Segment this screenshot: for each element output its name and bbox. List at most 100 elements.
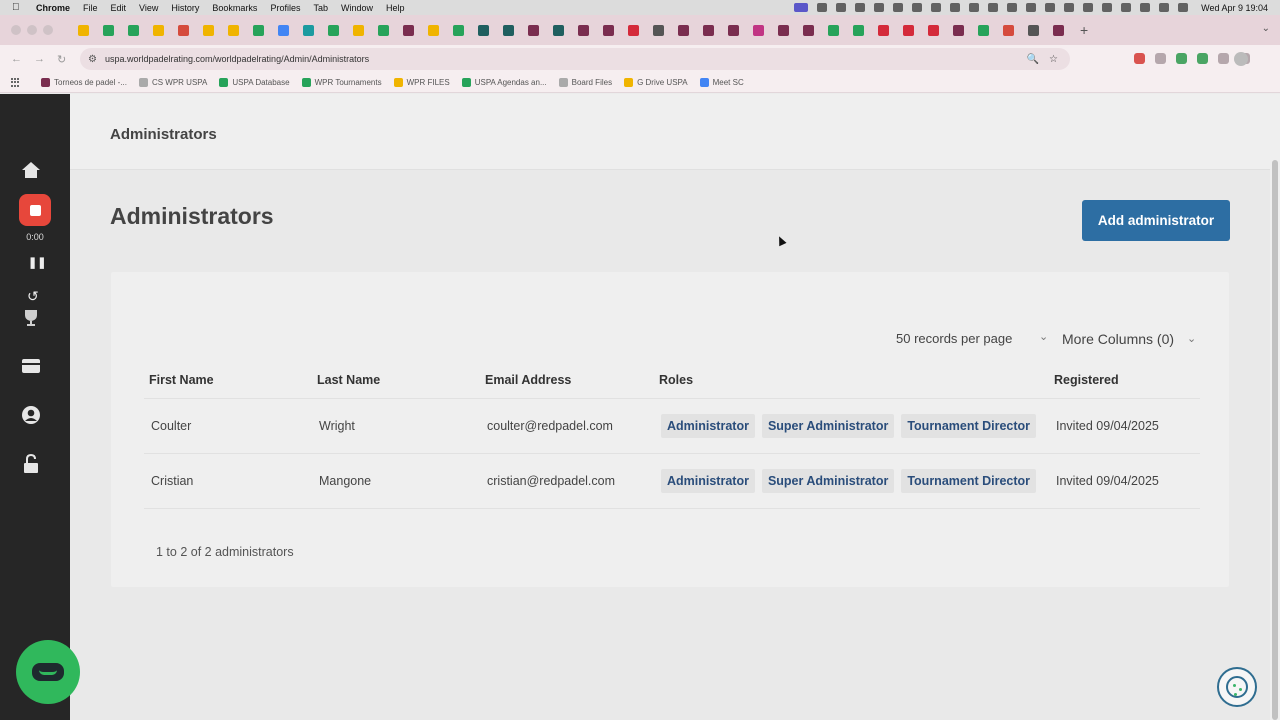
browser-tab[interactable] <box>350 22 366 38</box>
column-header-last-name[interactable]: Last Name <box>312 362 480 399</box>
menu-clock[interactable]: Wed Apr 9 19:04 <box>1201 3 1268 13</box>
browser-tab[interactable] <box>1025 22 1041 38</box>
extension-icon[interactable] <box>1134 53 1145 64</box>
browser-tab[interactable] <box>750 22 766 38</box>
url-text[interactable]: uspa.worldpadelrating.com/worldpadelrati… <box>105 54 369 64</box>
tray-icon[interactable] <box>1007 3 1018 12</box>
siri-icon[interactable] <box>1178 3 1189 12</box>
browser-tab[interactable] <box>275 22 291 38</box>
menu-app-name[interactable]: Chrome <box>36 3 70 13</box>
bookmark-item[interactable]: WPR Tournaments <box>301 78 382 87</box>
tray-icon[interactable] <box>1064 3 1075 12</box>
bookmark-item[interactable]: G Drive USPA <box>624 78 688 87</box>
browser-tab[interactable] <box>925 22 941 38</box>
browser-tab[interactable] <box>475 22 491 38</box>
user-account-icon[interactable] <box>21 405 41 425</box>
tab-search-icon[interactable]: ⌄ <box>1262 23 1270 34</box>
browser-tab[interactable] <box>225 22 241 38</box>
tray-icon[interactable] <box>969 3 980 12</box>
table-row[interactable]: Coulter Wright coulter@redpadel.com Admi… <box>144 398 1200 454</box>
zoom-icon[interactable]: 🔍 <box>1027 54 1039 65</box>
chevron-down-icon[interactable]: ⌄ <box>1039 330 1048 343</box>
bookmark-item[interactable]: CS WPR USPA <box>138 78 207 87</box>
browser-tab[interactable] <box>450 22 466 38</box>
records-per-page-select[interactable]: 50 records per page <box>896 331 1012 346</box>
menu-window[interactable]: Window <box>341 3 373 13</box>
tray-icon[interactable] <box>950 3 961 12</box>
control-center-icon[interactable] <box>1159 3 1170 12</box>
bookmark-star-icon[interactable]: ☆ <box>1049 54 1058 65</box>
back-arrow-icon[interactable]: ← <box>11 53 23 65</box>
browser-tab[interactable] <box>550 22 566 38</box>
profile-avatar[interactable] <box>1234 52 1248 66</box>
apple-menu-icon[interactable]:  <box>12 2 26 13</box>
browser-tab[interactable] <box>150 22 166 38</box>
browser-tab[interactable] <box>800 22 816 38</box>
bookmark-item[interactable]: WPR FILES <box>393 78 450 87</box>
browser-tab[interactable] <box>1000 22 1016 38</box>
chat-widget-button[interactable] <box>16 640 80 704</box>
browser-tab[interactable] <box>975 22 991 38</box>
menu-profiles[interactable]: Profiles <box>270 3 300 13</box>
menu-tab[interactable]: Tab <box>313 3 328 13</box>
tray-icon[interactable] <box>855 3 866 12</box>
tray-icon[interactable] <box>874 3 885 12</box>
tournaments-icon[interactable] <box>21 356 41 376</box>
browser-tab[interactable] <box>250 22 266 38</box>
browser-tab[interactable] <box>950 22 966 38</box>
browser-tab[interactable] <box>575 22 591 38</box>
browser-tab[interactable] <box>125 22 141 38</box>
browser-tab[interactable] <box>875 22 891 38</box>
tray-icon[interactable] <box>1045 3 1056 12</box>
extension-icon[interactable] <box>1218 53 1229 64</box>
browser-tab[interactable] <box>825 22 841 38</box>
menu-bookmarks[interactable]: Bookmarks <box>212 3 257 13</box>
bookmark-item[interactable]: Board Files <box>558 78 612 87</box>
tray-icon[interactable] <box>1083 3 1094 12</box>
browser-tab[interactable] <box>675 22 691 38</box>
browser-tab[interactable] <box>200 22 216 38</box>
browser-tab[interactable] <box>700 22 716 38</box>
browser-tab[interactable] <box>75 22 91 38</box>
bookmark-item[interactable]: USPA Agendas an... <box>461 78 547 87</box>
wifi-icon[interactable] <box>1121 3 1132 12</box>
browser-tab[interactable] <box>175 22 191 38</box>
cookie-settings-button[interactable] <box>1217 667 1257 707</box>
browser-tab[interactable] <box>300 22 316 38</box>
spotlight-search-icon[interactable] <box>1140 3 1151 12</box>
browser-tab[interactable] <box>850 22 866 38</box>
browser-tab[interactable] <box>375 22 391 38</box>
pause-icon[interactable]: ❚❚ <box>28 256 46 269</box>
add-administrator-button[interactable]: Add administrator <box>1082 200 1230 241</box>
restart-icon[interactable]: ↺ <box>27 288 39 305</box>
minimize-window-button[interactable] <box>27 25 37 35</box>
menu-help[interactable]: Help <box>386 3 405 13</box>
browser-tab[interactable] <box>500 22 516 38</box>
tray-icon[interactable] <box>817 3 828 12</box>
browser-tab[interactable] <box>650 22 666 38</box>
table-row[interactable]: Cristian Mangone cristian@redpadel.com A… <box>144 453 1200 509</box>
browser-tab[interactable] <box>625 22 641 38</box>
tray-icon[interactable] <box>912 3 923 12</box>
browser-tab[interactable] <box>900 22 916 38</box>
extension-icon[interactable] <box>1155 53 1166 64</box>
column-header-first-name[interactable]: First Name <box>144 362 312 399</box>
bookmark-item[interactable]: USPA Database <box>219 78 290 87</box>
lock-icon[interactable] <box>21 454 41 474</box>
close-window-button[interactable] <box>11 25 21 35</box>
more-columns-dropdown[interactable]: More Columns (0) <box>1062 331 1174 347</box>
browser-tab[interactable] <box>400 22 416 38</box>
extension-icon[interactable] <box>1197 53 1208 64</box>
browser-tab[interactable] <box>325 22 341 38</box>
bluetooth-icon[interactable] <box>1102 3 1113 12</box>
chevron-down-icon[interactable]: ⌄ <box>1187 332 1196 345</box>
browser-tab[interactable] <box>525 22 541 38</box>
new-tab-button[interactable]: + <box>1080 22 1088 38</box>
menu-view[interactable]: View <box>139 3 158 13</box>
forward-arrow-icon[interactable]: → <box>34 53 46 65</box>
tray-icon[interactable] <box>1026 3 1037 12</box>
home-icon[interactable] <box>21 160 41 180</box>
tray-icon[interactable] <box>988 3 999 12</box>
tray-icon[interactable] <box>836 3 847 12</box>
bookmark-item[interactable]: Torneos de padel -... <box>41 78 127 87</box>
